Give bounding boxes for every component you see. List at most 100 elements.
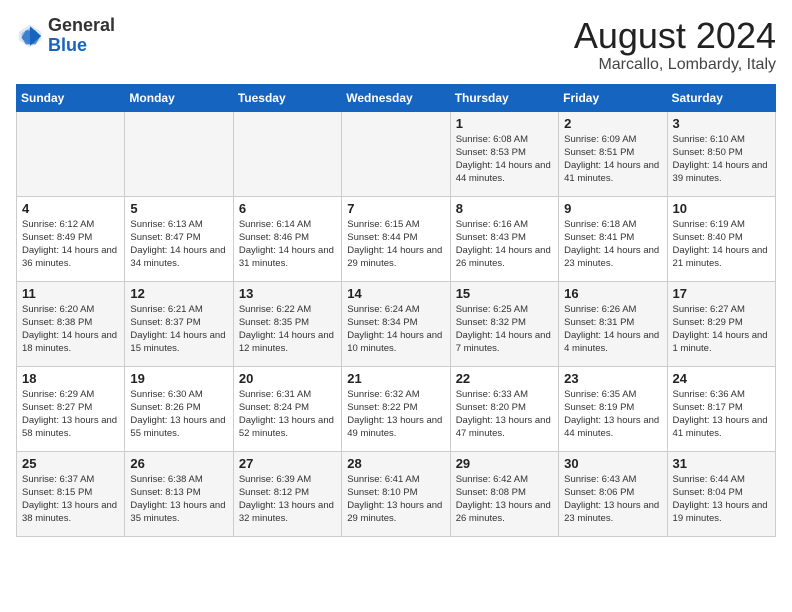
calendar-cell: 12 Sunrise: 6:21 AM Sunset: 8:37 PM Dayli… (125, 281, 233, 366)
calendar-cell: 20Sunrise: 6:31 AM Sunset: 8:24 PM Dayli… (233, 366, 341, 451)
title-block: August 2024 Marcallo, Lombardy, Italy (574, 16, 776, 74)
calendar-cell: 11Sunrise: 6:20 AM Sunset: 8:38 PM Dayli… (17, 281, 125, 366)
day-info: Sunrise: 6:44 AM Sunset: 8:04 PM Dayligh… (673, 473, 770, 526)
calendar-cell: 14 Sunrise: 6:24 AM Sunset: 8:34 PM Dayli… (342, 281, 450, 366)
calendar-cell (342, 111, 450, 196)
day-number: 27 (239, 456, 336, 471)
logo-text: General Blue (48, 16, 115, 56)
calendar-cell: 16 Sunrise: 6:26 AM Sunset: 8:31 PM Dayli… (559, 281, 667, 366)
day-info: Sunrise: 6:42 AM Sunset: 8:08 PM Dayligh… (456, 473, 553, 526)
day-info: Sunrise: 6:29 AM Sunset: 8:27 PM Dayligh… (22, 388, 119, 441)
week-row-5: 25Sunrise: 6:37 AM Sunset: 8:15 PM Dayli… (17, 451, 776, 536)
day-number: 11 (22, 286, 119, 301)
day-number: 29 (456, 456, 553, 471)
week-row-2: 4Sunrise: 6:12 AM Sunset: 8:49 PM Daylig… (17, 196, 776, 281)
calendar-cell (233, 111, 341, 196)
day-number: 25 (22, 456, 119, 471)
day-number: 16 (564, 286, 661, 301)
day-header-saturday: Saturday (667, 84, 775, 111)
day-info: Sunrise: 6:25 AM Sunset: 8:32 PM Dayligh… (456, 303, 553, 356)
day-number: 7 (347, 201, 444, 216)
calendar-cell: 9 Sunrise: 6:18 AM Sunset: 8:41 PM Daylig… (559, 196, 667, 281)
day-number: 24 (673, 371, 770, 386)
day-number: 12 (130, 286, 227, 301)
day-number: 23 (564, 371, 661, 386)
calendar-cell: 26 Sunrise: 6:38 AM Sunset: 8:13 PM Dayli… (125, 451, 233, 536)
day-number: 20 (239, 371, 336, 386)
day-number: 5 (130, 201, 227, 216)
day-number: 30 (564, 456, 661, 471)
day-info: Sunrise: 6:10 AM Sunset: 8:50 PM Dayligh… (673, 133, 770, 186)
day-info: Sunrise: 6:30 AM Sunset: 8:26 PM Dayligh… (130, 388, 227, 441)
day-number: 6 (239, 201, 336, 216)
day-info: Sunrise: 6:08 AM Sunset: 8:53 PM Dayligh… (456, 133, 553, 186)
calendar-cell: 21 Sunrise: 6:32 AM Sunset: 8:22 PM Dayli… (342, 366, 450, 451)
location: Marcallo, Lombardy, Italy (574, 56, 776, 74)
day-info: Sunrise: 6:39 AM Sunset: 8:12 PM Dayligh… (239, 473, 336, 526)
page-header: General Blue August 2024 Marcallo, Lomba… (16, 16, 776, 74)
calendar-cell: 30 Sunrise: 6:43 AM Sunset: 8:06 PM Dayli… (559, 451, 667, 536)
day-info: Sunrise: 6:15 AM Sunset: 8:44 PM Dayligh… (347, 218, 444, 271)
day-info: Sunrise: 6:09 AM Sunset: 8:51 PM Dayligh… (564, 133, 661, 186)
day-number: 18 (22, 371, 119, 386)
header-row: SundayMondayTuesdayWednesdayThursdayFrid… (17, 84, 776, 111)
logo-blue: Blue (48, 35, 87, 55)
day-info: Sunrise: 6:43 AM Sunset: 8:06 PM Dayligh… (564, 473, 661, 526)
day-number: 13 (239, 286, 336, 301)
day-info: Sunrise: 6:21 AM Sunset: 8:37 PM Dayligh… (130, 303, 227, 356)
calendar-cell: 22Sunrise: 6:33 AM Sunset: 8:20 PM Dayli… (450, 366, 558, 451)
calendar-cell: 31 Sunrise: 6:44 AM Sunset: 8:04 PM Dayli… (667, 451, 775, 536)
calendar-cell: 8 Sunrise: 6:16 AM Sunset: 8:43 PM Daylig… (450, 196, 558, 281)
day-info: Sunrise: 6:38 AM Sunset: 8:13 PM Dayligh… (130, 473, 227, 526)
calendar-table: SundayMondayTuesdayWednesdayThursdayFrid… (16, 84, 776, 537)
calendar-cell: 1 Sunrise: 6:08 AM Sunset: 8:53 PM Daylig… (450, 111, 558, 196)
day-number: 31 (673, 456, 770, 471)
day-number: 3 (673, 116, 770, 131)
week-row-4: 18 Sunrise: 6:29 AM Sunset: 8:27 PM Dayli… (17, 366, 776, 451)
calendar-cell: 27 Sunrise: 6:39 AM Sunset: 8:12 PM Dayli… (233, 451, 341, 536)
calendar-cell: 19Sunrise: 6:30 AM Sunset: 8:26 PM Dayli… (125, 366, 233, 451)
day-number: 1 (456, 116, 553, 131)
calendar-cell: 3 Sunrise: 6:10 AM Sunset: 8:50 PM Daylig… (667, 111, 775, 196)
calendar-cell: 24Sunrise: 6:36 AM Sunset: 8:17 PM Dayli… (667, 366, 775, 451)
calendar-cell: 28 Sunrise: 6:41 AM Sunset: 8:10 PM Dayli… (342, 451, 450, 536)
logo-icon (16, 22, 44, 50)
day-info: Sunrise: 6:32 AM Sunset: 8:22 PM Dayligh… (347, 388, 444, 441)
day-number: 26 (130, 456, 227, 471)
day-number: 22 (456, 371, 553, 386)
day-info: Sunrise: 6:16 AM Sunset: 8:43 PM Dayligh… (456, 218, 553, 271)
calendar-cell: 2 Sunrise: 6:09 AM Sunset: 8:51 PM Daylig… (559, 111, 667, 196)
day-info: Sunrise: 6:24 AM Sunset: 8:34 PM Dayligh… (347, 303, 444, 356)
calendar-cell: 23 Sunrise: 6:35 AM Sunset: 8:19 PM Dayli… (559, 366, 667, 451)
day-info: Sunrise: 6:18 AM Sunset: 8:41 PM Dayligh… (564, 218, 661, 271)
week-row-3: 11Sunrise: 6:20 AM Sunset: 8:38 PM Dayli… (17, 281, 776, 366)
day-info: Sunrise: 6:41 AM Sunset: 8:10 PM Dayligh… (347, 473, 444, 526)
day-info: Sunrise: 6:35 AM Sunset: 8:19 PM Dayligh… (564, 388, 661, 441)
day-number: 8 (456, 201, 553, 216)
day-info: Sunrise: 6:26 AM Sunset: 8:31 PM Dayligh… (564, 303, 661, 356)
calendar-cell: 18 Sunrise: 6:29 AM Sunset: 8:27 PM Dayli… (17, 366, 125, 451)
day-info: Sunrise: 6:27 AM Sunset: 8:29 PM Dayligh… (673, 303, 770, 356)
calendar-cell: 25Sunrise: 6:37 AM Sunset: 8:15 PM Dayli… (17, 451, 125, 536)
calendar-cell: 15 Sunrise: 6:25 AM Sunset: 8:32 PM Dayli… (450, 281, 558, 366)
calendar-cell: 4Sunrise: 6:12 AM Sunset: 8:49 PM Daylig… (17, 196, 125, 281)
calendar-cell: 17 Sunrise: 6:27 AM Sunset: 8:29 PM Dayli… (667, 281, 775, 366)
day-info: Sunrise: 6:14 AM Sunset: 8:46 PM Dayligh… (239, 218, 336, 271)
calendar-cell (125, 111, 233, 196)
day-number: 2 (564, 116, 661, 131)
logo-general: General (48, 15, 115, 35)
calendar-cell (17, 111, 125, 196)
day-info: Sunrise: 6:19 AM Sunset: 8:40 PM Dayligh… (673, 218, 770, 271)
day-header-thursday: Thursday (450, 84, 558, 111)
week-row-1: 1 Sunrise: 6:08 AM Sunset: 8:53 PM Daylig… (17, 111, 776, 196)
day-number: 15 (456, 286, 553, 301)
day-header-monday: Monday (125, 84, 233, 111)
day-number: 21 (347, 371, 444, 386)
day-number: 9 (564, 201, 661, 216)
day-number: 17 (673, 286, 770, 301)
day-header-friday: Friday (559, 84, 667, 111)
day-number: 14 (347, 286, 444, 301)
calendar-cell: 10Sunrise: 6:19 AM Sunset: 8:40 PM Dayli… (667, 196, 775, 281)
day-number: 28 (347, 456, 444, 471)
calendar-cell: 6 Sunrise: 6:14 AM Sunset: 8:46 PM Daylig… (233, 196, 341, 281)
